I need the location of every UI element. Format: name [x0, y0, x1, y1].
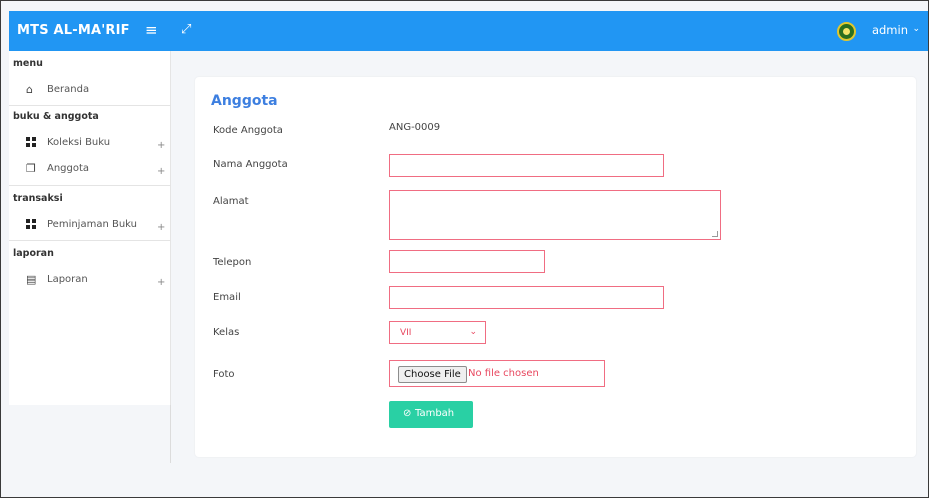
menu-toggle-icon[interactable]: ≡ [145, 23, 158, 38]
expand-plus-icon[interactable]: + [157, 140, 165, 151]
grid-icon [26, 137, 38, 149]
sidebar-item-label: Peminjaman Buku [47, 219, 137, 230]
choose-file-button[interactable]: Choose File [398, 366, 467, 383]
file-status-text: No file chosen [468, 368, 539, 379]
kelas-select[interactable]: VII ⌄ [389, 321, 486, 344]
user-menu[interactable]: admin [872, 23, 908, 37]
kode-anggota-value: ANG-0009 [389, 122, 441, 133]
sidebar-item-label: Laporan [47, 274, 88, 285]
kelas-label: Kelas [213, 327, 240, 338]
foto-file-input[interactable]: Choose File No file chosen [389, 360, 605, 387]
sidebar-section-transaksi: transaksi [13, 193, 63, 204]
alamat-label: Alamat [213, 196, 249, 207]
top-navbar: MTS AL-MA'RIF ≡ ⤢ admin ⌄ [9, 11, 928, 51]
expand-plus-icon[interactable]: + [157, 277, 165, 288]
sidebar: menu ⌂ Beranda buku & anggota Koleksi Bu… [9, 51, 171, 463]
expand-plus-icon[interactable]: + [157, 166, 165, 177]
expand-plus-icon[interactable]: + [157, 222, 165, 233]
nama-anggota-label: Nama Anggota [213, 159, 288, 170]
grid-icon [26, 219, 38, 231]
brand-title[interactable]: MTS AL-MA'RIF [17, 23, 130, 38]
telepon-input[interactable] [389, 250, 545, 273]
sidebar-item-anggota[interactable]: ❐ Anggota + [9, 159, 171, 181]
tambah-button[interactable]: ⊘ Tambah [389, 401, 473, 428]
sidebar-item-beranda[interactable]: ⌂ Beranda [9, 80, 171, 102]
sidebar-divider [9, 105, 171, 106]
nama-anggota-input[interactable] [389, 154, 664, 177]
sidebar-item-label: Anggota [47, 163, 90, 174]
app-frame: MTS AL-MA'RIF ≡ ⤢ admin ⌄ menu ⌂ Beranda… [0, 0, 929, 498]
sidebar-item-koleksi-buku[interactable]: Koleksi Buku + [9, 133, 171, 155]
chevron-down-icon: ⌄ [469, 327, 477, 337]
check-circle-icon: ⊘ [403, 408, 412, 419]
member-form-card: Anggota Kode Anggota ANG-0009 Nama Anggo… [195, 77, 916, 457]
email-input[interactable] [389, 286, 664, 309]
fullscreen-icon[interactable]: ⤢ [181, 22, 191, 37]
kelas-selected-value: VII [400, 328, 412, 338]
kode-anggota-label: Kode Anggota [213, 125, 283, 136]
page-title: Anggota [211, 93, 278, 109]
telepon-label: Telepon [213, 257, 252, 268]
members-icon: ❐ [26, 162, 36, 175]
sidebar-section-buku-anggota: buku & anggota [13, 111, 99, 122]
sidebar-divider [9, 185, 171, 186]
sidebar-section-menu: menu [13, 58, 43, 69]
tambah-button-label: Tambah [415, 408, 455, 419]
email-label: Email [213, 292, 241, 303]
home-icon: ⌂ [26, 83, 33, 96]
sidebar-item-peminjaman-buku[interactable]: Peminjaman Buku + [9, 215, 171, 237]
report-icon: ▤ [26, 273, 37, 286]
sidebar-item-label: Beranda [47, 84, 90, 95]
alamat-textarea[interactable] [389, 190, 721, 240]
sidebar-footer-area [9, 405, 171, 463]
foto-label: Foto [213, 369, 235, 380]
sidebar-item-laporan[interactable]: ▤ Laporan + [9, 270, 171, 292]
school-logo-icon [837, 22, 856, 41]
sidebar-divider [9, 240, 171, 241]
sidebar-section-laporan: laporan [13, 248, 54, 259]
chevron-down-icon[interactable]: ⌄ [912, 24, 920, 34]
resize-handle-icon[interactable] [712, 231, 718, 237]
sidebar-item-label: Koleksi Buku [47, 137, 111, 148]
